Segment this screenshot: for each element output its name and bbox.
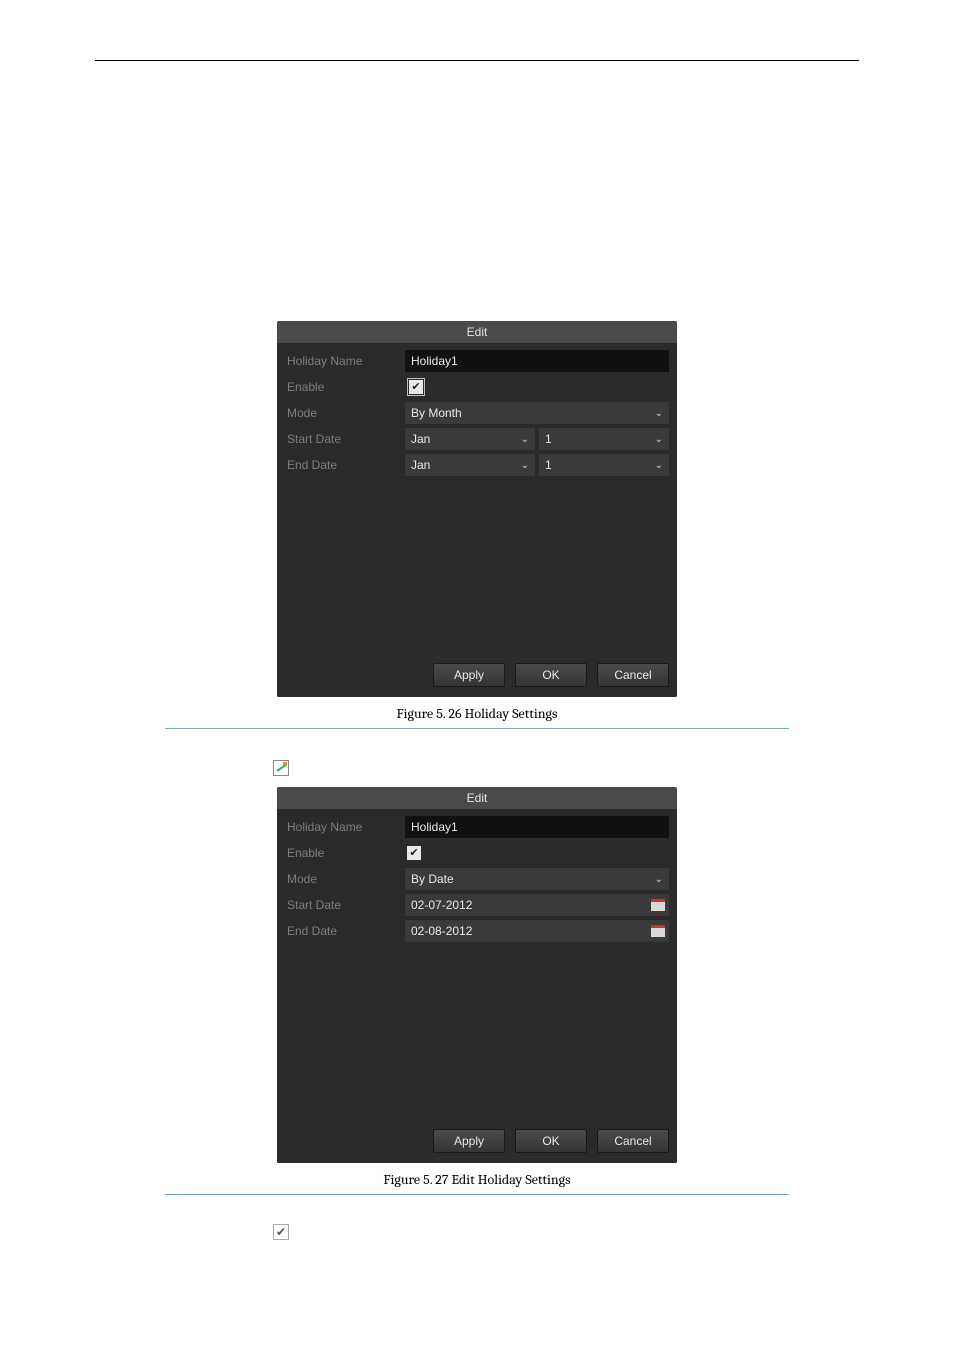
mode-select[interactable]: By Month ⌄ [405,402,669,424]
enable-label: Enable [285,380,405,394]
start-date-field[interactable]: 02-07-2012 [405,894,669,916]
dialog-footer: Apply OK Cancel [277,1121,677,1163]
dialog-body: Holiday Name Enable ✔ Mode By Date ⌄ [277,809,677,1121]
figure-caption-2: Figure 5. 27 Edit Holiday Settings [95,1171,859,1188]
dialog-spacer [285,479,669,649]
enable-checkbox[interactable]: ✔ [407,846,421,860]
end-month-select[interactable]: Jan ⌄ [405,454,535,476]
end-month-value: Jan [411,458,430,472]
section-rule [165,1194,789,1195]
apply-button[interactable]: Apply [433,1129,505,1153]
start-date-value: 02-07-2012 [411,898,472,912]
dialog-footer: Apply OK Cancel [277,655,677,697]
dialog-spacer [285,945,669,1115]
mode-select[interactable]: By Date ⌄ [405,868,669,890]
section-rule [165,728,789,729]
chevron-down-icon: ⌄ [655,460,663,471]
calendar-icon [651,925,665,937]
holiday-name-input[interactable] [405,816,669,838]
start-date-label: Start Date [285,898,405,912]
mode-select-value: By Date [411,872,454,886]
checkbox-icon: ✔ [273,1224,289,1240]
holiday-name-label: Holiday Name [285,354,405,368]
ok-button[interactable]: OK [515,663,587,687]
end-day-select[interactable]: 1 ⌄ [539,454,669,476]
enable-checkbox[interactable]: ✔ [409,380,423,394]
dialog-body: Holiday Name Enable ✔ Mode By Month ⌄ [277,343,677,655]
holiday-name-label: Holiday Name [285,820,405,834]
start-date-label: Start Date [285,432,405,446]
chevron-down-icon: ⌄ [521,434,529,445]
cancel-button[interactable]: Cancel [597,1129,669,1153]
end-date-field[interactable]: 02-08-2012 [405,920,669,942]
mode-select-value: By Month [411,406,462,420]
chevron-down-icon: ⌄ [655,434,663,445]
chevron-down-icon: ⌄ [521,460,529,471]
mode-label: Mode [285,872,405,886]
enable-label: Enable [285,846,405,860]
dialog-title: Edit [277,787,677,809]
start-month-value: Jan [411,432,430,446]
end-date-label: End Date [285,458,405,472]
apply-button[interactable]: Apply [433,663,505,687]
start-day-select[interactable]: 1 ⌄ [539,428,669,450]
end-date-value: 02-08-2012 [411,924,472,938]
figure-caption-1: Figure 5. 26 Holiday Settings [95,705,859,722]
start-month-select[interactable]: Jan ⌄ [405,428,535,450]
edit-holiday-dialog-1: Edit Holiday Name Enable ✔ Mode B [277,321,677,697]
end-day-value: 1 [545,458,552,472]
edit-icon [273,760,289,776]
chevron-down-icon: ⌄ [655,408,663,419]
cancel-button[interactable]: Cancel [597,663,669,687]
calendar-icon [651,899,665,911]
holiday-name-input[interactable] [405,350,669,372]
start-day-value: 1 [545,432,552,446]
dialog-title: Edit [277,321,677,343]
mode-label: Mode [285,406,405,420]
chevron-down-icon: ⌄ [655,874,663,885]
ok-button[interactable]: OK [515,1129,587,1153]
end-date-label: End Date [285,924,405,938]
page-top-rule [95,60,859,61]
edit-holiday-dialog-2: Edit Holiday Name Enable ✔ Mode By Date … [277,787,677,1163]
